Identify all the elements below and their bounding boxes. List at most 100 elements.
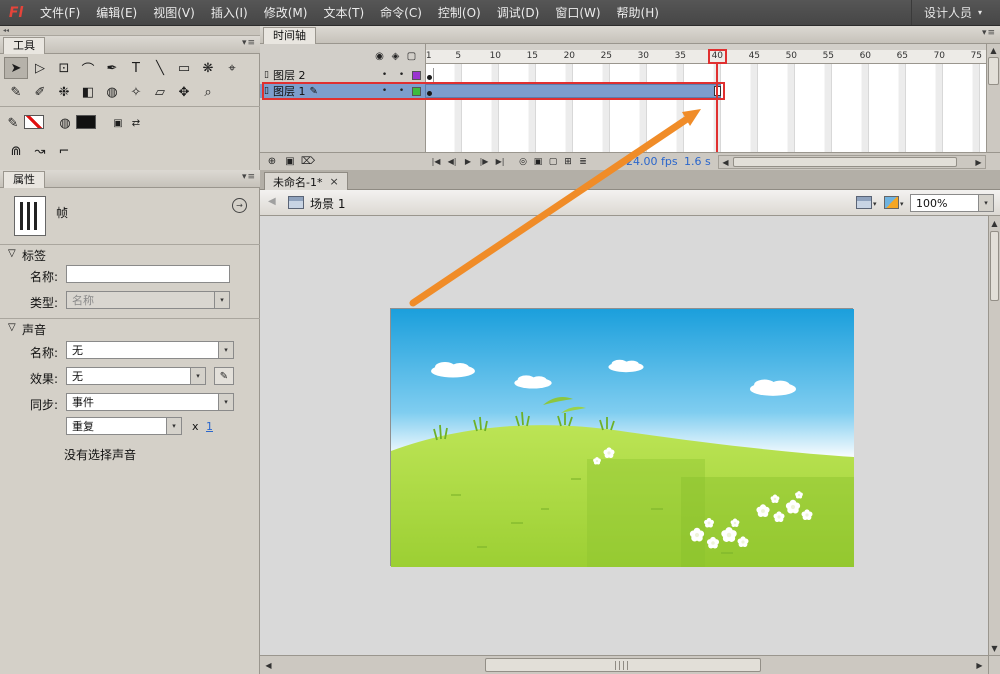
edit-symbols-icon[interactable] bbox=[884, 196, 899, 209]
new-layer-button[interactable]: ⊕ bbox=[264, 154, 280, 169]
frame-span-selected[interactable] bbox=[425, 84, 721, 98]
edit-multiple-frames-button[interactable]: ⊞ bbox=[561, 154, 575, 169]
lock-all-layers-icon[interactable]: ◈ bbox=[388, 49, 403, 63]
step-back-button[interactable]: ◀| bbox=[444, 154, 460, 169]
lasso-tool[interactable]: ⌒ bbox=[76, 57, 100, 79]
repeat-count-value[interactable]: 1 bbox=[206, 420, 213, 433]
paint-bucket-tool[interactable]: ◍ bbox=[100, 81, 124, 103]
zoom-tool[interactable]: ⌕ bbox=[196, 81, 220, 103]
onion-skin-outlines-button[interactable]: ▢ bbox=[546, 154, 560, 169]
go-to-first-frame-button[interactable]: |◀ bbox=[428, 154, 444, 169]
scene-breadcrumb[interactable]: 场景 1 bbox=[310, 195, 345, 212]
label-section-title[interactable]: 标签 bbox=[22, 247, 46, 264]
scrollbar-thumb[interactable] bbox=[990, 231, 999, 301]
menu-window[interactable]: 窗口(W) bbox=[547, 0, 608, 26]
smooth-button[interactable]: ↝ bbox=[28, 140, 52, 162]
swap-colors-icon[interactable]: ⇄ bbox=[128, 112, 144, 134]
frames-area[interactable] bbox=[425, 64, 986, 152]
free-transform-tool[interactable]: ⊡ bbox=[52, 57, 76, 79]
spray-brush-tool[interactable]: ❉ bbox=[52, 81, 76, 103]
modify-markers-button[interactable]: ≣ bbox=[576, 154, 590, 169]
stage-vertical-scrollbar[interactable]: ▲ ▼ bbox=[988, 216, 1000, 655]
scroll-right-icon[interactable]: ▶ bbox=[971, 656, 988, 674]
sound-name-dropdown[interactable]: 无 ▾ bbox=[66, 341, 234, 359]
edit-scene-icon[interactable] bbox=[856, 196, 872, 209]
scrollbar-thumb[interactable] bbox=[988, 57, 999, 85]
pen-tool[interactable]: ✒ bbox=[100, 57, 124, 79]
hand-tool[interactable]: ✥ bbox=[172, 81, 196, 103]
scroll-left-icon[interactable]: ◀ bbox=[260, 656, 277, 674]
menu-file[interactable]: 文件(F) bbox=[32, 0, 88, 26]
outline-all-layers-icon[interactable]: ▢ bbox=[404, 49, 419, 63]
stage-area[interactable] bbox=[260, 216, 988, 655]
layer-visibility-dot[interactable]: • bbox=[378, 70, 391, 80]
document-tab[interactable]: 未命名-1* × bbox=[264, 172, 348, 190]
menu-help[interactable]: 帮助(H) bbox=[609, 0, 667, 26]
panel-menu-icon[interactable]: ▾≡ bbox=[242, 38, 256, 48]
menu-debug[interactable]: 调试(D) bbox=[489, 0, 548, 26]
layer-lock-dot[interactable]: • bbox=[395, 86, 408, 96]
playhead-line[interactable] bbox=[716, 64, 718, 152]
layer-outline-swatch[interactable] bbox=[412, 70, 421, 80]
circle-arrow-icon[interactable]: → bbox=[232, 198, 247, 213]
scrollbar-thumb[interactable] bbox=[733, 157, 957, 167]
current-frame-marker[interactable] bbox=[708, 49, 727, 64]
straighten-button[interactable]: ⌐ bbox=[52, 140, 76, 162]
text-tool[interactable]: T bbox=[124, 57, 148, 79]
layer-row-1[interactable]: ▯ 图层 1 ✎ • • bbox=[260, 84, 425, 98]
menu-view[interactable]: 视图(V) bbox=[145, 0, 203, 26]
go-to-last-frame-button[interactable]: ▶| bbox=[492, 154, 508, 169]
panel-menu-icon[interactable]: ▾≡ bbox=[982, 28, 996, 38]
ink-bottle-tool[interactable]: ◧ bbox=[76, 81, 100, 103]
line-tool[interactable]: ╲ bbox=[148, 57, 172, 79]
snap-to-objects-button[interactable]: ⋒ bbox=[4, 140, 28, 162]
scrollbar-thumb[interactable] bbox=[485, 658, 761, 672]
layer-name[interactable]: 图层 1 bbox=[273, 83, 306, 99]
rectangle-tool[interactable]: ▭ bbox=[172, 57, 196, 79]
menu-modify[interactable]: 修改(M) bbox=[256, 0, 316, 26]
scroll-up-icon[interactable]: ▲ bbox=[989, 216, 1000, 230]
layer-outline-swatch[interactable] bbox=[412, 86, 421, 96]
stroke-color-swatch[interactable] bbox=[24, 115, 44, 129]
menu-insert[interactable]: 插入(I) bbox=[203, 0, 256, 26]
keyframe-dot[interactable] bbox=[427, 91, 432, 96]
timeline-panel-title[interactable]: 时间轴 bbox=[263, 27, 316, 44]
new-folder-button[interactable]: ▣ bbox=[282, 154, 298, 169]
label-type-dropdown[interactable]: 名称 ▾ bbox=[66, 291, 230, 309]
tools-panel-title[interactable]: 工具 bbox=[3, 37, 45, 54]
panel-menu-icon[interactable]: ▾≡ bbox=[242, 172, 256, 182]
section-collapse-icon[interactable]: ▽ bbox=[8, 248, 16, 259]
fill-color-swatch[interactable] bbox=[76, 115, 96, 129]
close-icon[interactable]: × bbox=[329, 175, 338, 188]
scroll-left-icon[interactable]: ◀ bbox=[719, 156, 732, 168]
layer-visibility-dot[interactable]: • bbox=[378, 86, 391, 96]
step-forward-button[interactable]: |▶ bbox=[476, 154, 492, 169]
sound-repeat-dropdown[interactable]: 重复 ▾ bbox=[66, 417, 182, 435]
edit-sound-envelope-button[interactable]: ✎ bbox=[214, 367, 234, 385]
timeline-vertical-scrollbar[interactable]: ▲ bbox=[986, 44, 1000, 152]
show-hide-all-layers-icon[interactable]: ◉ bbox=[372, 49, 387, 63]
zoom-dropdown[interactable]: 100% ▾ bbox=[910, 194, 994, 212]
section-collapse-icon[interactable]: ▽ bbox=[8, 322, 16, 333]
selection-tool[interactable]: ➤ bbox=[4, 57, 28, 79]
menu-text[interactable]: 文本(T) bbox=[315, 0, 372, 26]
onion-skin-button[interactable]: ▣ bbox=[531, 154, 545, 169]
stage-canvas[interactable] bbox=[390, 308, 854, 567]
layer-name[interactable]: 图层 2 bbox=[273, 67, 306, 83]
delete-layer-button[interactable]: ⌦ bbox=[300, 154, 316, 169]
scroll-up-icon[interactable]: ▲ bbox=[987, 44, 1000, 56]
brush-tool[interactable]: ✐ bbox=[28, 81, 52, 103]
eraser-tool[interactable]: ▱ bbox=[148, 81, 172, 103]
timeline-ruler[interactable]: 1 5 10 15 20 25 30 35 40 45 50 55 60 65 … bbox=[425, 49, 986, 64]
collapse-panel-icon[interactable]: ◂◂ bbox=[3, 27, 9, 34]
workspace-switcher[interactable]: 设计人员 ▾ bbox=[910, 0, 1000, 25]
sound-effect-dropdown[interactable]: 无 ▾ bbox=[66, 367, 206, 385]
sound-sync-dropdown[interactable]: 事件 ▾ bbox=[66, 393, 234, 411]
label-name-input[interactable] bbox=[66, 265, 230, 283]
deco-tool[interactable]: ❋ bbox=[196, 57, 220, 79]
timeline-horizontal-scrollbar[interactable]: ◀ ▶ bbox=[718, 155, 986, 169]
subselection-tool[interactable]: ▷ bbox=[28, 57, 52, 79]
stage-horizontal-scrollbar[interactable]: ◀ ▶ bbox=[260, 655, 988, 674]
sound-section-title[interactable]: 声音 bbox=[22, 321, 46, 338]
eyedropper-tool[interactable]: ✧ bbox=[124, 81, 148, 103]
